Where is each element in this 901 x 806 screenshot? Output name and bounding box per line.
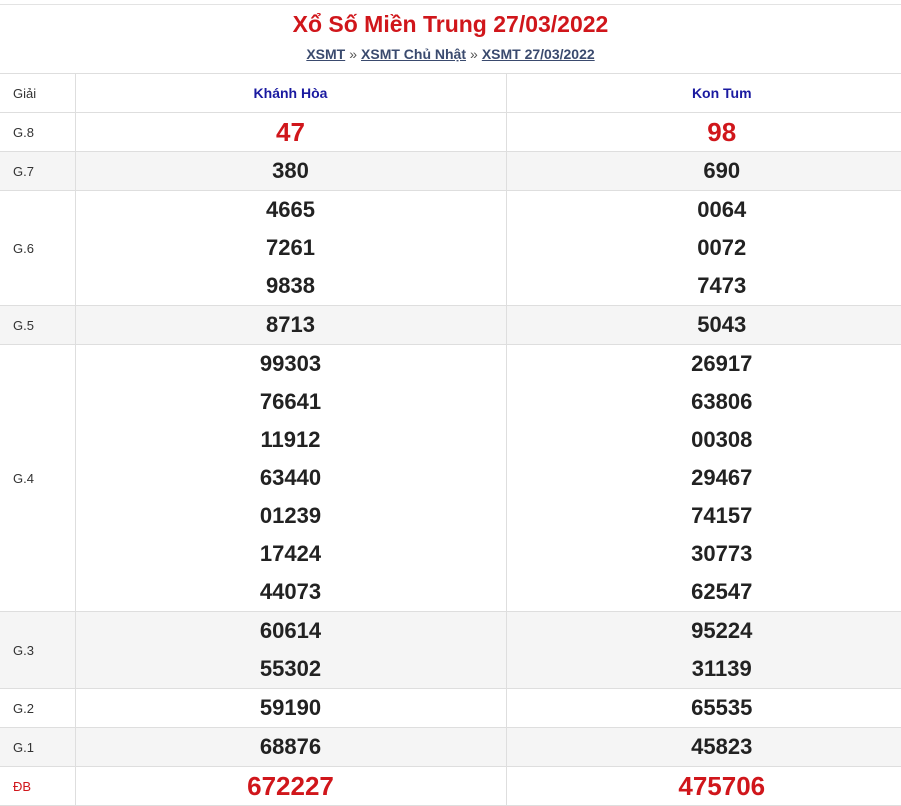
winning-number: 8713 (76, 306, 506, 344)
prize-tier-label: G.7 (0, 152, 75, 191)
winning-number: 63806 (507, 383, 901, 421)
winning-number: 74157 (507, 497, 901, 535)
prize-cell: 26917638060030829467741573077362547 (506, 345, 901, 612)
prize-cell: 380 (75, 152, 506, 191)
province-header-kon-tum[interactable]: Kon Tum (506, 74, 901, 113)
prize-cell: 006400727473 (506, 191, 901, 306)
prize-cell: 65535 (506, 689, 901, 728)
prize-cell: 466572619838 (75, 191, 506, 306)
breadcrumb-link-xsmt-date[interactable]: XSMT 27/03/2022 (482, 46, 595, 62)
winning-number: 31139 (507, 650, 901, 688)
winning-number: 47 (76, 113, 506, 151)
winning-number: 00308 (507, 421, 901, 459)
prize-tier-label: G.5 (0, 306, 75, 345)
winning-number: 0072 (507, 229, 901, 267)
winning-number: 26917 (507, 345, 901, 383)
prize-tier-label: G.8 (0, 113, 75, 152)
breadcrumb-link-xsmt-chu-nhat[interactable]: XSMT Chủ Nhật (361, 46, 466, 62)
breadcrumb-separator: » (345, 46, 361, 62)
winning-number: 0064 (507, 191, 901, 229)
page-title: Xổ Số Miền Trung 27/03/2022 (0, 9, 901, 39)
winning-number: 99303 (76, 345, 506, 383)
table-header-row: Giải Khánh Hòa Kon Tum (0, 74, 901, 113)
winning-number: 65535 (507, 689, 901, 727)
breadcrumb-link-xsmt[interactable]: XSMT (306, 46, 345, 62)
winning-number: 17424 (76, 535, 506, 573)
winning-number: 55302 (76, 650, 506, 688)
prize-row: G.587135043 (0, 306, 901, 345)
prize-row: G.16887645823 (0, 728, 901, 767)
winning-number: 475706 (507, 767, 901, 805)
winning-number: 95224 (507, 612, 901, 650)
winning-number: 29467 (507, 459, 901, 497)
winning-number: 68876 (76, 728, 506, 766)
province-header-khanh-hoa[interactable]: Khánh Hòa (75, 74, 506, 113)
prize-tier-label: G.2 (0, 689, 75, 728)
prize-cell: 9522431139 (506, 612, 901, 689)
winning-number: 5043 (507, 306, 901, 344)
winning-number: 11912 (76, 421, 506, 459)
prize-cell: 5043 (506, 306, 901, 345)
prize-tier-label: G.6 (0, 191, 75, 306)
prize-cell: 47 (75, 113, 506, 152)
winning-number: 62547 (507, 573, 901, 611)
prize-row: G.84798 (0, 113, 901, 152)
prize-cell: 672227 (75, 767, 506, 806)
winning-number: 60614 (76, 612, 506, 650)
top-divider (0, 4, 901, 5)
breadcrumb-separator: » (466, 46, 482, 62)
winning-number: 4665 (76, 191, 506, 229)
prize-cell: 59190 (75, 689, 506, 728)
prize-row: G.6466572619838006400727473 (0, 191, 901, 306)
winning-number: 672227 (76, 767, 506, 805)
winning-number: 45823 (507, 728, 901, 766)
results-body: G.84798G.7380690G.6466572619838006400727… (0, 113, 901, 806)
prize-row: G.49930376641119126344001239174244407326… (0, 345, 901, 612)
results-table: Giải Khánh Hòa Kon Tum G.84798G.7380690G… (0, 73, 901, 806)
prize-cell: 68876 (75, 728, 506, 767)
prize-cell: 98 (506, 113, 901, 152)
prize-row: G.7380690 (0, 152, 901, 191)
winning-number: 59190 (76, 689, 506, 727)
winning-number: 98 (507, 113, 901, 151)
winning-number: 7473 (507, 267, 901, 305)
prize-cell: 8713 (75, 306, 506, 345)
winning-number: 7261 (76, 229, 506, 267)
winning-number: 690 (507, 152, 901, 190)
prize-row: ĐB672227475706 (0, 767, 901, 806)
prize-cell: 475706 (506, 767, 901, 806)
winning-number: 01239 (76, 497, 506, 535)
winning-number: 30773 (507, 535, 901, 573)
prize-column-header: Giải (0, 74, 75, 113)
prize-cell: 45823 (506, 728, 901, 767)
winning-number: 44073 (76, 573, 506, 611)
winning-number: 63440 (76, 459, 506, 497)
prize-cell: 690 (506, 152, 901, 191)
prize-cell: 99303766411191263440012391742444073 (75, 345, 506, 612)
lottery-results-page: Xổ Số Miền Trung 27/03/2022 XSMT»XSMT Ch… (0, 0, 901, 805)
prize-cell: 6061455302 (75, 612, 506, 689)
prize-tier-label: ĐB (0, 767, 75, 806)
prize-tier-label: G.3 (0, 612, 75, 689)
prize-row: G.25919065535 (0, 689, 901, 728)
breadcrumb: XSMT»XSMT Chủ Nhật»XSMT 27/03/2022 (0, 44, 901, 64)
winning-number: 9838 (76, 267, 506, 305)
winning-number: 380 (76, 152, 506, 190)
winning-number: 76641 (76, 383, 506, 421)
prize-row: G.360614553029522431139 (0, 612, 901, 689)
prize-tier-label: G.1 (0, 728, 75, 767)
prize-tier-label: G.4 (0, 345, 75, 612)
